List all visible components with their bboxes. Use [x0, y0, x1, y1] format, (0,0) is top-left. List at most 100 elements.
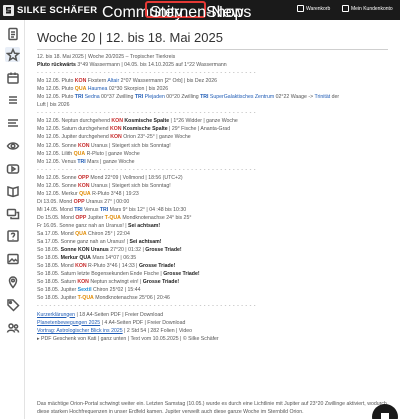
line-segment: OPP: [73, 198, 85, 205]
tag-icon[interactable]: [5, 297, 20, 312]
aspect-line: So 18.05. Mond KON R-Pluto 3°46 | 14:33 …: [37, 262, 392, 270]
line-segment: Do 15.05. Mond: [37, 214, 76, 221]
user-icon: [342, 5, 349, 12]
line-segment: Di 13.05. Mond: [37, 198, 74, 205]
lines-icon[interactable]: [5, 115, 20, 130]
aspect-line: Mo 12.05. Sonne KON Uranus | Steigert si…: [37, 142, 392, 150]
line-segment: Mars 9° bis 12° | 04 :48 bis 10:30: [108, 206, 187, 213]
line-segment: QUA: [74, 86, 87, 93]
line-segment: So 18.05.: [37, 247, 61, 254]
aspect-line: Do 15.05. Mond OPP Jupiter T-QUA Mondkno…: [37, 214, 392, 222]
list-icon[interactable]: [5, 92, 20, 107]
question-icon[interactable]: [5, 228, 20, 243]
aspect-line: Mo 12.05. Pluto QUA Haumea 02°30 Skorpio…: [37, 85, 392, 93]
line-segment: Uranus | Steigert sich bis Sonntag!: [89, 142, 171, 149]
line-segment: OPP: [77, 174, 89, 181]
line-segment: Mi 14.05. Mond: [37, 206, 75, 213]
account-label: Mein Kundenkonto: [351, 5, 393, 12]
line-segment: Sedna: [84, 94, 100, 101]
line-segment: | 29° Fische | Ananta-Grad: [167, 126, 231, 133]
aspect-line: Sa 17.05. Mond QUA Chiron 25° | 22:04: [37, 230, 392, 238]
line-segment: Mo 12.05. Pluto: [37, 78, 75, 85]
line-segment: QUA: [73, 150, 86, 157]
line-segment: KON: [77, 279, 89, 286]
download-link[interactable]: Kurzerklärungen: [37, 312, 75, 318]
line-segment: Haumea: [87, 86, 108, 93]
separator-line: - - - - - - - - - - - - - - - - - - - - …: [37, 69, 392, 77]
document-icon[interactable]: [5, 26, 20, 41]
aspect-line: Sa 17.05. Sonne ganz nah an Uranus! | Se…: [37, 238, 392, 246]
book-icon[interactable]: [5, 183, 20, 198]
line-segment: Merkur QUA: [60, 255, 91, 262]
line-segment: TRI: [74, 94, 84, 101]
line-segment: 27°20 | 01:32 |: [108, 247, 146, 254]
aspect-line: So 18.05. Sonne KON Uranus 27°20 | 01:32…: [37, 246, 392, 254]
brand-logo[interactable]: SILKE SCHÄFER: [3, 3, 97, 17]
line-segment: So 18.05. Saturn: [37, 279, 78, 286]
line-segment: Grosse Triade!: [163, 271, 200, 278]
chat-bubble-icon: [381, 413, 389, 419]
line-segment: Mo 12.05. Neptun durchgehend: [37, 118, 112, 125]
line-segment: 02°30 Skorpion | bis 2026: [107, 86, 169, 93]
line-segment: Mars 14°07 | 06:35: [90, 255, 137, 262]
line-segment: Orion 23°-25° | ganze Woche: [121, 134, 191, 141]
cart-label: Warenkorb: [306, 5, 331, 12]
line-segment: Luft | bis 2026: [37, 102, 70, 109]
line-segment: 12. bis 18. Mai 2025 | Woche 20/2025 – T…: [37, 54, 176, 60]
play-icon[interactable]: [5, 161, 20, 176]
line-segment: Pluto rückwärts: [37, 62, 76, 69]
line-segment: KON: [75, 263, 87, 270]
aspect-line: Mo 12.05. Sonne KON Uranus | Steigert si…: [37, 182, 392, 190]
line-segment: Sextil: [77, 287, 92, 294]
aspect-line: Vortrag: Astrologischer Blick ins 2025 |…: [37, 327, 392, 335]
download-link[interactable]: Vortrag: Astrologischer Blick ins 2025: [37, 328, 123, 334]
title-divider: [37, 49, 388, 50]
aspect-line: Fr 16.05. Sonne ganz nah an Uranus! | Se…: [37, 222, 392, 230]
line-segment: Mo 12.05. Lilith: [37, 150, 74, 157]
line-segment: ▸ PDF Geschenk von Kati | ganz unten | T…: [37, 335, 219, 342]
line-segment: TRI: [99, 206, 109, 213]
line-segment: Mo 12.05. Jupiter durchgehend: [37, 134, 111, 141]
line-segment: Mo 12.05. Venus: [37, 158, 78, 165]
line-segment: TRI: [77, 158, 86, 165]
chat-icon[interactable]: [5, 206, 20, 221]
line-segment: Uranus | Steigert sich bis Sonntag!: [89, 182, 171, 189]
line-segment: Mo 12.05. Pluto: [37, 86, 75, 93]
line-segment: So 18.05. Jupiter: [37, 295, 78, 302]
aspect-line: Mo 12.05. Venus TRI Mars | ganze Woche: [37, 158, 392, 166]
aspect-line: Planetenbewegungen 2025 | 4 A4-Seiten PD…: [37, 319, 392, 327]
line-segment: Uranus 27° | 00:00: [84, 198, 130, 205]
line-segment: Plejaden: [144, 94, 165, 101]
aspect-line: So 18.05. Jupiter T-QUA Mondknotenachse …: [37, 294, 392, 302]
line-segment: - - - - - - - - - - - - - - - - - - - - …: [37, 303, 257, 310]
account-link[interactable]: Mein Kundenkonto: [342, 5, 393, 12]
cart-icon: [297, 5, 304, 12]
calendar-icon[interactable]: [5, 70, 20, 85]
aspect-line: Mo 12.05. Merkur QUA R-Pluto 3°48 | 19:2…: [37, 190, 392, 198]
logo-icon: [3, 4, 14, 16]
aspect-line: Kurzerklärungen | 18 A4-Seiten PDF | Fre…: [37, 311, 392, 319]
separator-line: - - - - - - - - - - - - - - - - - - - - …: [37, 109, 392, 117]
people-icon[interactable]: [5, 320, 20, 335]
aspect-line: Luft | bis 2026: [37, 101, 392, 109]
line-segment: So 18.05.: [37, 255, 61, 262]
aspect-line: Mo 12.05. Sonne OPP Mond 22°09 | Vollmon…: [37, 174, 392, 182]
aspect-line: Mo 12.05. Lilith QUA R-Pluto | ganze Woc…: [37, 150, 392, 158]
line-segment: Jupiter: [86, 214, 105, 221]
aspect-line: Mo 12.05. Pluto TRI Sedna 00°37 Zwilling…: [37, 93, 392, 101]
top-navigation-bar: SILKE SCHÄFER Community Sternen-News Sho…: [0, 0, 400, 21]
location-icon[interactable]: [5, 274, 20, 289]
eye-icon[interactable]: [5, 138, 20, 153]
brand-name: SILKE SCHÄFER: [17, 4, 98, 16]
aspect-line: So 18.05. Saturn KON Neptun schwingt ein…: [37, 278, 392, 286]
star-icon[interactable]: [5, 47, 20, 62]
main-content: Woche 20 | 12. bis 18. Mai 2025 12. bis …: [25, 20, 400, 419]
download-link[interactable]: Planetenbewegungen 2025: [37, 320, 100, 326]
cart-link[interactable]: Warenkorb: [297, 5, 330, 12]
line-segment: SuperGalaktisches Zentrum: [209, 94, 275, 101]
line-segment: Grosse Triade!: [142, 279, 180, 286]
image-icon[interactable]: [5, 251, 20, 266]
aspect-line: So 18.05. Saturn letzte Bogensekunden En…: [37, 270, 392, 278]
line-segment: 2°07 Wassermann [2° Orb] | bis Dez 2026: [119, 78, 218, 85]
line-segment: Mars | ganze Woche: [85, 158, 135, 165]
